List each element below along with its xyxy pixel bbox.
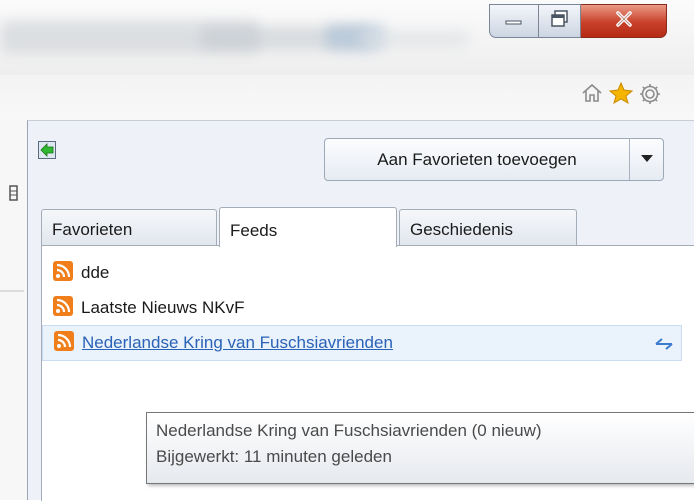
add-to-favorites-dropdown[interactable] (630, 139, 663, 180)
close-icon (614, 10, 634, 33)
minimize-button[interactable] (489, 4, 539, 38)
home-icon[interactable] (581, 82, 603, 109)
favorites-star-icon[interactable] (608, 81, 634, 109)
window-controls (489, 4, 667, 38)
settings-gear-icon[interactable] (638, 82, 662, 111)
left-side-strip (0, 120, 28, 500)
add-to-favorites-split-button: Aan Favorieten toevoegen (324, 138, 664, 181)
page-edge-icon (9, 184, 23, 202)
restore-button[interactable] (539, 4, 581, 38)
minimize-icon (505, 12, 523, 30)
tooltip-title: Nederlandse Kring van Fuschsiavrienden (… (156, 421, 542, 440)
list-item[interactable]: Laatste Nieuws NKvF (42, 290, 682, 326)
list-item[interactable]: Nederlandse Kring van Fuschsiavrienden (42, 325, 682, 361)
list-item[interactable]: dde (42, 255, 682, 291)
feed-label: Laatste Nieuws NKvF (81, 298, 245, 317)
add-to-favorites-button[interactable]: Aan Favorieten toevoegen (325, 139, 630, 180)
restore-icon (550, 9, 569, 33)
tab-favorieten[interactable]: Favorieten (41, 209, 217, 245)
dropdown-arrow-icon (640, 154, 653, 166)
feed-link[interactable]: Nederlandse Kring van Fuschsiavrienden (82, 333, 393, 353)
pin-favorites-center-icon[interactable] (38, 141, 56, 159)
rss-feed-icon (53, 260, 73, 286)
close-button[interactable] (581, 4, 667, 38)
tooltip-updated: Bijgewerkt: 11 minuten geleden (156, 447, 392, 466)
feed-tooltip: Nederlandse Kring van Fuschsiavrienden (… (146, 412, 694, 484)
tab-geschiedenis[interactable]: Geschiedenis (399, 209, 577, 245)
rss-feed-icon (54, 330, 74, 356)
rss-feed-icon (53, 295, 73, 321)
refresh-feed-icon[interactable] (655, 336, 673, 356)
tab-feeds[interactable]: Feeds (219, 207, 397, 247)
feed-label: dde (81, 263, 110, 282)
